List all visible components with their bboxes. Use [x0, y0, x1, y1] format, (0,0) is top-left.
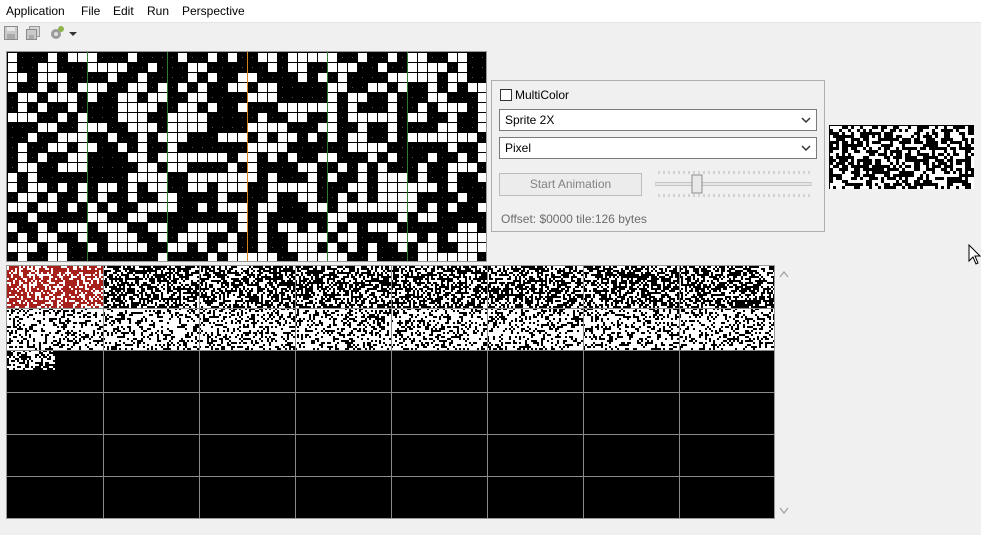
mode-select[interactable]: Sprite 2X — [499, 109, 817, 131]
tile-cells[interactable] — [7, 266, 775, 519]
tile-browser-scrollbar[interactable] — [776, 265, 792, 519]
scroll-up-icon — [779, 271, 789, 278]
chevron-down-icon — [801, 145, 811, 152]
tile-browser-grid[interactable] — [6, 265, 775, 519]
menu-application[interactable]: Application — [6, 4, 65, 19]
chevron-down-icon — [801, 117, 811, 124]
mouse-cursor-icon — [968, 244, 981, 265]
paint-mode-select-value: Pixel — [505, 141, 532, 155]
multicolor-checkbox[interactable] — [500, 89, 512, 101]
sprite-pixel-grid[interactable] — [7, 52, 487, 262]
menu-file[interactable]: File — [81, 4, 100, 19]
menu-bar: Application File Edit Run Perspective — [0, 0, 981, 23]
toolbar — [0, 23, 981, 45]
offset-info: Offset: $0000 tile:126 bytes — [501, 212, 647, 226]
slider-thumb[interactable] — [691, 174, 703, 194]
animation-speed-slider[interactable] — [655, 171, 813, 197]
start-animation-button[interactable]: Start Animation — [499, 173, 642, 196]
sprite-settings-panel: MultiColor Sprite 2X Pixel Start Animati… — [491, 80, 825, 232]
menu-run[interactable]: Run — [147, 4, 169, 19]
save-all-icon[interactable] — [25, 25, 41, 41]
dropdown-arrow-icon[interactable] — [68, 25, 78, 41]
save-icon[interactable] — [3, 25, 19, 41]
mode-select-value: Sprite 2X — [505, 113, 555, 127]
menu-perspective[interactable]: Perspective — [182, 4, 245, 19]
sprite-editor-canvas[interactable] — [6, 51, 487, 262]
multicolor-label: MultiColor — [515, 88, 570, 102]
preview-pixels — [830, 126, 974, 189]
paint-mode-select[interactable]: Pixel — [499, 137, 817, 159]
sprite-preview — [829, 125, 974, 189]
scroll-down-icon — [779, 507, 789, 514]
menu-edit[interactable]: Edit — [113, 4, 134, 19]
run-config-icon[interactable] — [49, 25, 65, 41]
